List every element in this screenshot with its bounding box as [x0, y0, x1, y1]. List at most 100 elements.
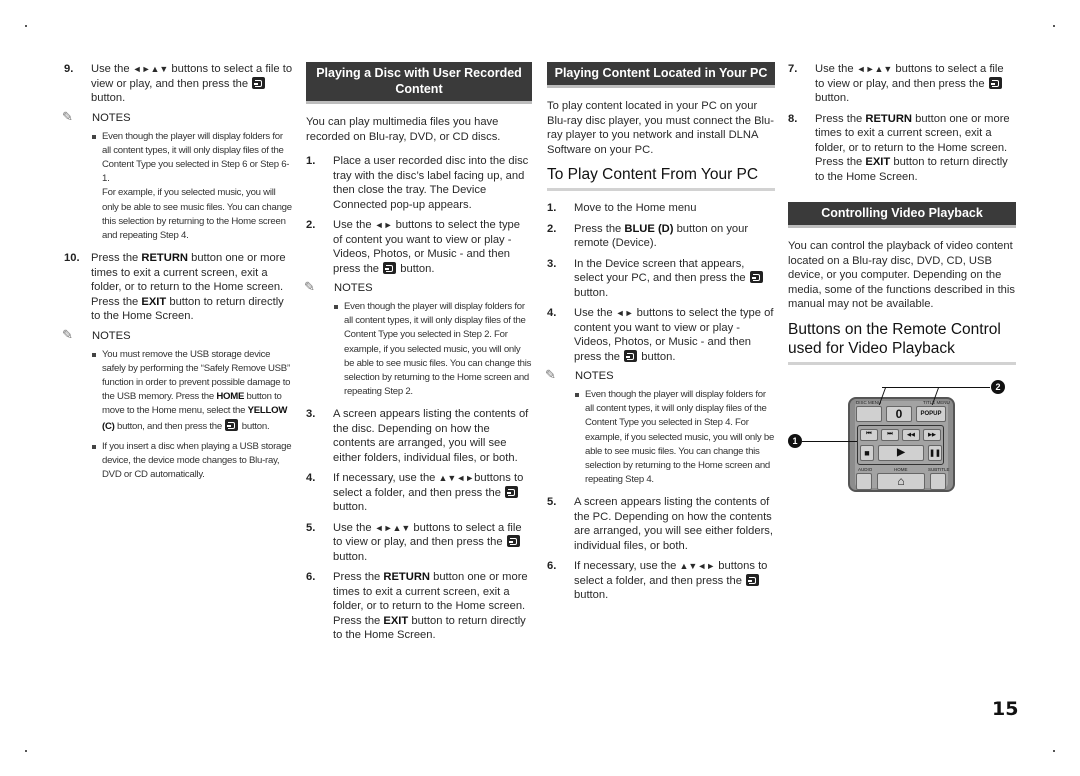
stop-icon: ■ [860, 444, 874, 461]
arrow-buttons-icon: ◄► [615, 308, 634, 318]
step-text: button. [638, 350, 676, 363]
step-text: Use the [91, 63, 133, 75]
enter-button-icon [988, 76, 1002, 89]
bullet-icon [333, 300, 344, 399]
section-banner: Playing Content Located in Your PC [547, 62, 775, 88]
step-text: Press the [574, 222, 625, 235]
column-3: Playing Content Located in Your PC To pl… [545, 62, 775, 609]
home-label: HOME [894, 466, 908, 472]
notes-heading: NOTES [62, 109, 294, 125]
keyword: HOME [216, 391, 245, 403]
step-text: Use the [815, 63, 857, 75]
step-number: 6. [547, 560, 557, 573]
step-text: Place a user recorded disc into the disc… [333, 155, 529, 211]
popup-button: POPUP [916, 405, 946, 422]
step-text: button. [91, 92, 126, 104]
keyword: RETURN [141, 252, 188, 265]
intro-paragraph: You can control the playback of video co… [788, 240, 1015, 310]
step-6: 6. If necessary, use the ▲▼◄► buttons to … [547, 559, 775, 603]
skip-back-icon: ⏮ [860, 428, 878, 441]
notes-list: You must remove the USB storage device s… [91, 348, 294, 483]
step-text: Use the [333, 219, 375, 231]
step-text: If necessary, use the [574, 560, 680, 573]
note-text: For example, if you selected music, you … [102, 187, 292, 241]
fast-forward-icon: ▶▶ [923, 428, 941, 441]
step-number: 3. [306, 408, 316, 421]
keyword: EXIT [865, 156, 891, 168]
arrow-buttons-icon: ◄► [374, 220, 393, 230]
notes-list: Even though the player will display fold… [333, 300, 532, 399]
note-item: You must remove the USB storage device s… [91, 348, 294, 434]
keyword: EXIT [141, 295, 167, 308]
arrow-buttons-icon: ▲▼◄► [438, 473, 475, 484]
pencil-note-icon [304, 279, 326, 295]
step-1: 1. Place a user recorded disc into the di… [306, 154, 532, 212]
section-heading: Buttons on the Remote Control used for V… [788, 320, 1016, 365]
step-number: 6. [306, 571, 316, 584]
note-item: Even though the player will display fold… [91, 130, 294, 244]
notes-list: Even though the player will display fold… [574, 388, 775, 487]
enter-button-icon [749, 271, 763, 283]
arrow-buttons-icon: ◄►▲▼ [856, 64, 893, 74]
section-banner: Controlling Video Playback [788, 202, 1016, 228]
enter-button-icon [505, 485, 519, 498]
column-2: Playing a Disc with User Recorded Conten… [304, 62, 532, 649]
step-text: button. [815, 92, 850, 104]
enter-button-icon [252, 76, 266, 89]
callout-1-marker: 1 [788, 433, 802, 448]
step-text: In the Device screen that appears, selec… [574, 257, 749, 285]
intro-paragraph: To play content located in your PC on yo… [547, 100, 774, 156]
step-number: 8. [788, 112, 798, 125]
notes-label: NOTES [92, 111, 131, 124]
note-text: button. [239, 420, 270, 432]
zero-button: 0 [886, 405, 912, 422]
callout-line [802, 440, 857, 442]
step-text: Use the [574, 307, 616, 319]
notes-heading: NOTES [545, 367, 775, 383]
step-number: 10. [64, 252, 80, 265]
step-text: If necessary, use the [333, 472, 439, 485]
step-5: 5. A screen appears listing the contents … [547, 495, 775, 553]
note-item: If you insert a disc when playing a USB … [91, 440, 294, 483]
title-menu-label: TITLE MENU [923, 399, 950, 405]
step-8: 8. Press the RETURN button one or more ti… [788, 112, 1016, 185]
step-number: 2. [547, 222, 557, 235]
step-number: 1. [306, 155, 316, 167]
step-number: 5. [547, 496, 557, 509]
step-number: 9. [64, 63, 74, 75]
section-heading: To Play Content From Your PC [547, 165, 775, 191]
keyword: EXIT [383, 614, 409, 627]
keyword: RETURN [865, 112, 912, 125]
skip-forward-icon: ⏭ [881, 428, 899, 441]
notes-label: NOTES [334, 282, 373, 294]
notes-label: NOTES [575, 370, 614, 382]
step-text: button. [397, 262, 435, 275]
crop-mark [25, 750, 27, 752]
step-3: 3. In the Device screen that appears, sel… [547, 257, 775, 301]
step-number: 4. [306, 472, 316, 485]
step-text: Press the [91, 252, 142, 265]
pencil-note-icon [62, 327, 84, 343]
step-text: Use the [333, 521, 375, 534]
step-text: A screen appears listing the contents of… [574, 496, 773, 552]
step-number: 1. [547, 202, 557, 214]
step-1: 1. Move to the Home menu [547, 201, 775, 216]
step-text: button. [574, 589, 609, 602]
bullet-icon [91, 348, 102, 434]
pause-icon: ❚❚ [928, 444, 942, 461]
note-text: button, and then press the [114, 420, 225, 432]
step-2: 2. Press the BLUE (D) button on your remo… [547, 222, 775, 251]
step-text: button. [333, 501, 368, 514]
audio-label: AUDIO [858, 466, 873, 472]
enter-button-icon [746, 573, 760, 586]
step-text: button. [574, 286, 609, 299]
enter-button-icon [225, 418, 239, 431]
audio-button [856, 472, 872, 490]
enter-button-icon [506, 535, 520, 548]
crop-mark [25, 25, 27, 27]
crop-mark [1053, 750, 1055, 752]
bullet-icon [91, 440, 102, 483]
pencil-note-icon [62, 109, 84, 125]
note-text: If you insert a disc when playing a USB … [102, 440, 292, 481]
disc-menu-button [856, 405, 882, 422]
